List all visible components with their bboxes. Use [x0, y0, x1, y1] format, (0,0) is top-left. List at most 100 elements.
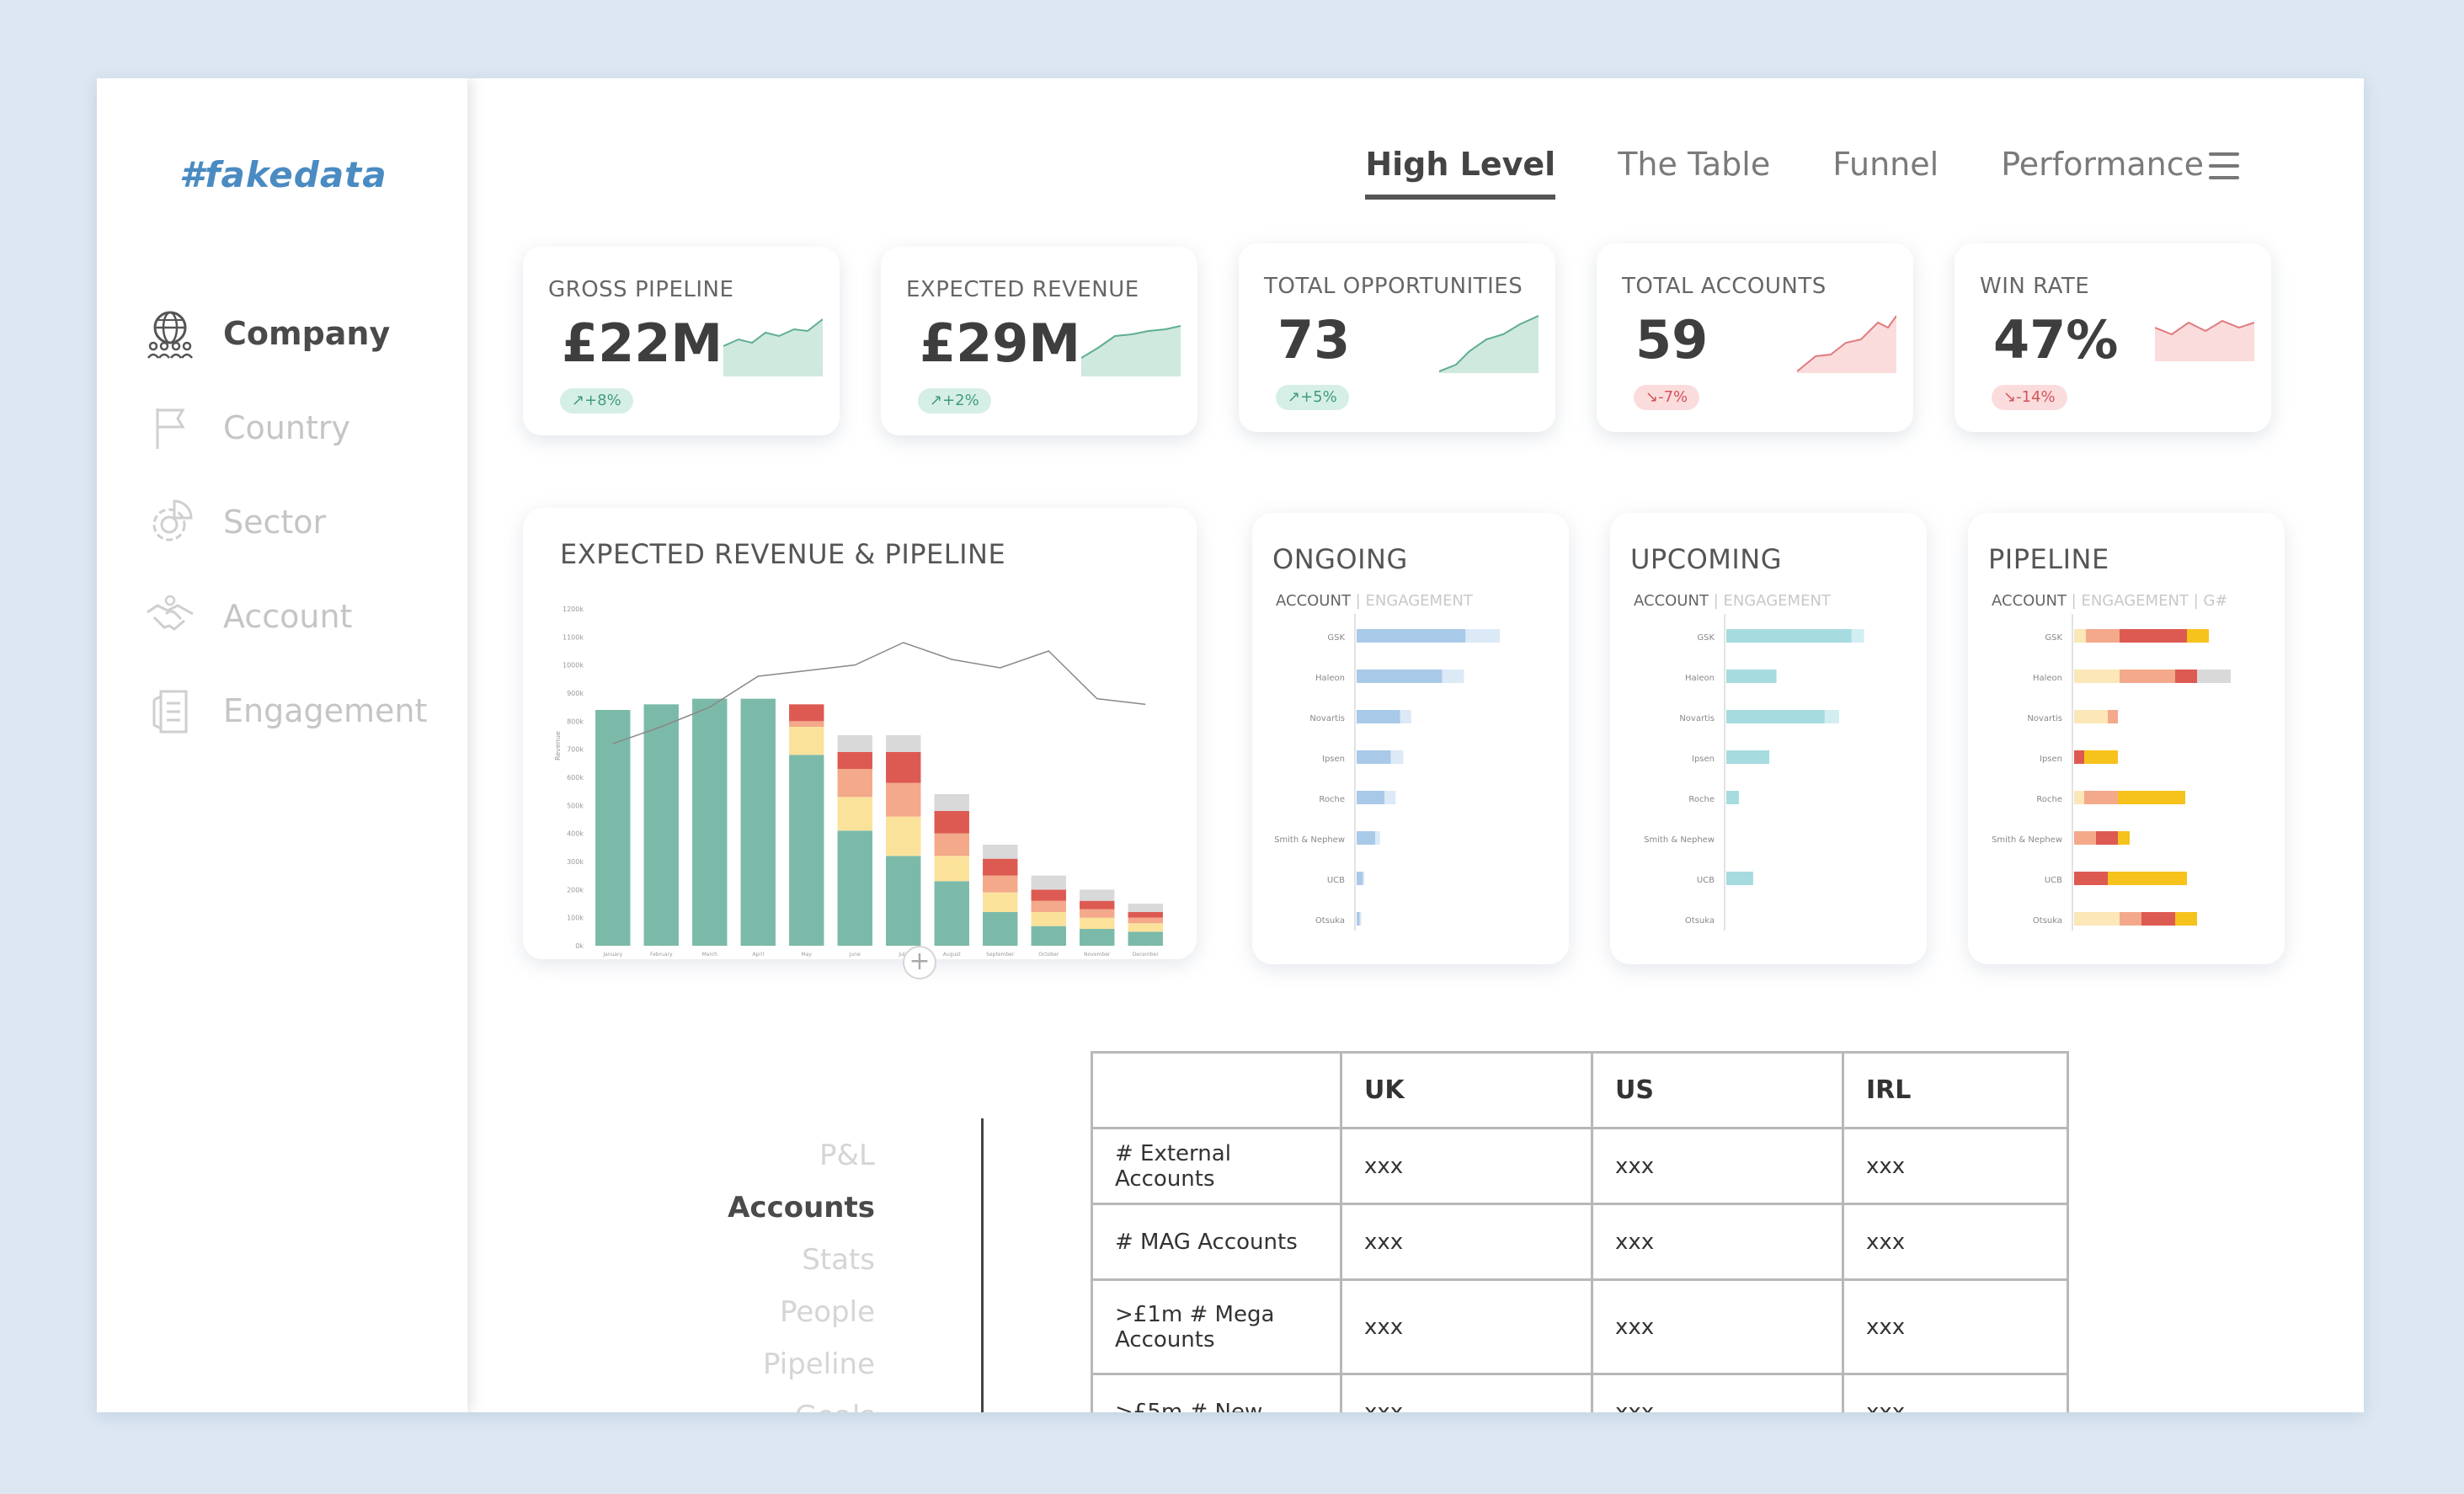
table-header-cell: US	[1591, 1051, 1844, 1129]
pipeline-bar-chart: GSK Haleon Novartis Ipsen Roche Smith & Nephe…	[1992, 614, 2231, 931]
bar	[2084, 750, 2118, 764]
category-label: Otsuka	[1685, 916, 1715, 926]
bar	[1390, 750, 1404, 764]
brand-logo: #fakedata	[179, 154, 387, 195]
section-nav-stats[interactable]: Stats	[728, 1234, 875, 1286]
bar-segment	[1031, 875, 1066, 890]
tab-the-table[interactable]: The Table	[1618, 146, 1770, 195]
x-tick-label: January	[602, 952, 622, 958]
sidebar-item-sector[interactable]: Sector	[144, 493, 326, 552]
bar-segment	[934, 856, 969, 882]
bar-segment	[983, 858, 1018, 876]
bar	[1851, 629, 1864, 643]
kpi-total-opportunities: TOTAL OPPORTUNITIES 73 ↗+5%	[1239, 243, 1555, 432]
bar	[1357, 872, 1363, 885]
tab-high-level[interactable]: High Level	[1365, 146, 1556, 200]
bar-segment	[934, 833, 969, 856]
table-cell: >£5m # New	[1091, 1373, 1342, 1412]
sparkline-chart	[1081, 325, 1181, 376]
section-nav-goals[interactable]: Goals	[728, 1390, 875, 1412]
kpi-change-badge: ↘-7%	[1634, 385, 1700, 410]
bar-segment	[983, 912, 1018, 946]
x-tick-label: December	[1133, 952, 1160, 958]
bar-segment	[886, 856, 921, 946]
bar-segment	[1128, 912, 1163, 918]
sidebar-item-company[interactable]: Company	[144, 304, 390, 363]
globe-people-icon	[147, 311, 193, 359]
bar	[2108, 872, 2187, 885]
x-tick-label: August	[943, 952, 962, 958]
sidebar-item-label: Account	[223, 598, 353, 635]
kpi-title: TOTAL OPPORTUNITIES	[1264, 274, 1523, 299]
table-cell: xxx	[1591, 1278, 1844, 1375]
section-nav: P&L Accounts Stats People Pipeline Goals	[728, 1129, 875, 1412]
bar-segment	[1031, 926, 1066, 946]
category-label: Roche	[1688, 795, 1715, 804]
y-tick-label: 400k	[567, 830, 584, 838]
app-window: #fakedata Company Country Sector Account…	[97, 78, 2364, 1412]
bar	[2187, 629, 2209, 643]
bar	[2084, 791, 2118, 804]
add-widget-button[interactable]: +	[903, 946, 936, 979]
bar	[1726, 670, 1777, 683]
category-label: Smith & Nephew	[1274, 835, 1345, 845]
bar	[2120, 670, 2175, 683]
sidebar-item-label: Engagement	[223, 692, 428, 729]
section-nav-people[interactable]: People	[728, 1286, 875, 1338]
bar-segment	[1080, 909, 1115, 918]
kpi-value: £29M	[920, 312, 1081, 374]
bar-segment	[886, 735, 921, 752]
table-cell: # External Accounts	[1091, 1127, 1342, 1205]
y-tick-label: 700k	[567, 746, 584, 754]
section-nav-pipeline[interactable]: Pipeline	[728, 1338, 875, 1390]
y-tick-label: 300k	[567, 858, 584, 866]
table-cell: xxx	[1340, 1127, 1593, 1205]
flag-icon	[156, 408, 185, 449]
sidebar-item-engagement[interactable]: Engagement	[144, 681, 427, 740]
section-nav-accounts[interactable]: Accounts	[728, 1182, 875, 1234]
handshake-icon	[147, 595, 194, 631]
tab-funnel[interactable]: Funnel	[1832, 146, 1939, 195]
tab-performance[interactable]: Performance	[2001, 146, 2204, 195]
sparkline-chart	[2155, 319, 2254, 361]
section-nav-pl[interactable]: P&L	[728, 1129, 875, 1182]
y-tick-label: 100k	[567, 915, 584, 922]
bar	[2074, 831, 2096, 845]
accounts-table: UK US IRL # External Accounts xxx xxx xx…	[1091, 1051, 2069, 1412]
bar	[1824, 710, 1839, 723]
sidebar-item-country[interactable]: Country	[144, 398, 350, 457]
y-tick-label: 900k	[567, 690, 584, 697]
kpi-value: 47%	[1993, 309, 2119, 371]
table-header-cell: UK	[1340, 1051, 1593, 1129]
category-label: GSK	[2045, 633, 2062, 643]
kpi-title: GROSS PIPELINE	[548, 277, 734, 302]
bar	[2074, 791, 2084, 804]
bar	[2197, 670, 2231, 683]
bar-segment	[789, 704, 824, 722]
section-divider	[981, 1118, 984, 1412]
table-cell: xxx	[1340, 1373, 1593, 1412]
bar-segment	[643, 704, 679, 946]
table-cell: xxx	[1591, 1203, 1844, 1281]
bar-segment	[1031, 900, 1066, 912]
table-cell: xxx	[1340, 1203, 1593, 1281]
bar	[1726, 791, 1739, 804]
ongoing-bar-chart: GSK Haleon Novartis Ipsen Roche Smith & Nephe…	[1274, 614, 1500, 931]
table-cell: >£1m # Mega Accounts	[1091, 1278, 1342, 1375]
bar	[1357, 750, 1391, 764]
x-tick-label: March	[702, 952, 717, 958]
gear-pie-icon	[152, 499, 193, 542]
menu-icon[interactable]	[2209, 152, 2239, 179]
table-row: # External Accounts xxx xxx xxx	[1091, 1127, 2069, 1205]
table-header-cell: IRL	[1842, 1051, 2069, 1129]
bar-segment	[1080, 929, 1115, 946]
category-label: Novartis	[1679, 714, 1715, 723]
sidebar-item-account[interactable]: Account	[144, 587, 352, 646]
category-label: Novartis	[1309, 714, 1345, 723]
bar	[1357, 710, 1400, 723]
category-label: Haleon	[1315, 674, 1345, 683]
bar	[2141, 912, 2175, 926]
bar-segment	[1031, 912, 1066, 926]
category-label: Smith & Nephew	[1992, 835, 2062, 845]
bar-segment	[837, 797, 872, 831]
